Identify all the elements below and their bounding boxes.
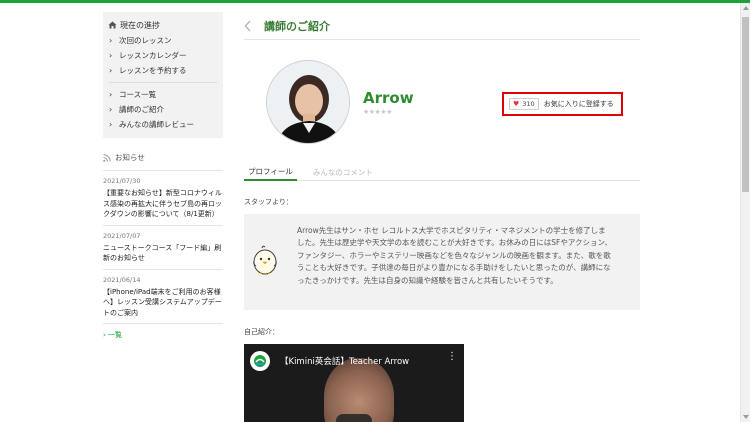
chevron-right-icon: › — [109, 65, 113, 75]
intro-video[interactable]: 【Kimini英会話】Teacher Arrow ⋮ — [244, 344, 464, 422]
profile-tabs: プロフィール みんなのコメント — [244, 163, 640, 181]
channel-logo-icon[interactable] — [250, 351, 270, 371]
chick-mascot-icon — [252, 245, 278, 275]
teacher-avatar — [266, 60, 350, 144]
sidebar-item-teachers[interactable]: › 講師のご紹介 — [103, 102, 223, 117]
sidebar-item-label: レッスンカレンダー — [119, 51, 187, 60]
sidebar-item-teacher-reviews[interactable]: › みんなの講師レビュー — [103, 117, 223, 132]
self-intro-label: 自己紹介： — [244, 328, 279, 336]
news-date: 2021/07/07 — [103, 231, 141, 240]
sidebar-item-course-list[interactable]: › コース一覧 — [103, 87, 223, 102]
page-header: 講師のご紹介 — [244, 12, 640, 40]
sidebar-item-label: 次回のレッスン — [119, 36, 172, 45]
news-heading: お知らせ — [103, 152, 223, 171]
home-icon — [108, 21, 117, 29]
sidebar-menu: 現在の進捗 › 次回のレッスン › レッスンカレンダー › レッスンを予約する … — [103, 12, 223, 138]
news-heading-label: お知らせ — [115, 153, 145, 162]
news-item: 2021/07/07 ニューストークコース「フード編」刷新のお知らせ — [103, 226, 223, 270]
chevron-right-icon: › — [109, 50, 113, 60]
sidebar-item-label: コース一覧 — [119, 90, 157, 99]
news-link[interactable]: ニューストークコース「フード編」刷新のお知らせ — [103, 243, 223, 264]
back-button[interactable] — [244, 20, 264, 32]
video-thumbnail-face — [324, 358, 394, 422]
chevron-left-icon — [244, 20, 251, 31]
tab-profile[interactable]: プロフィール — [244, 163, 297, 181]
news-link[interactable]: 【iPhone/iPad端末をご利用のお客様へ】レッスン受講システムアップデート… — [103, 287, 223, 319]
news-more-label: 一覧 — [108, 331, 123, 339]
staff-comment-text: Arrow先生はサン・ホセ レコルトス大学でホスピタリティ・マネジメントの学士を… — [297, 226, 612, 285]
tab-comments[interactable]: みんなのコメント — [309, 163, 377, 181]
play-button[interactable] — [336, 414, 372, 422]
scroll-up-arrow-icon[interactable] — [743, 6, 749, 10]
scroll-down-arrow-icon[interactable] — [743, 415, 749, 419]
favorite-count: 310 — [522, 100, 535, 108]
sidebar-item-label: レッスンを予約する — [119, 66, 187, 75]
teacher-profile-header: Arrow ★★★★★ ♥ 310 お気に入りに登録する — [244, 40, 640, 152]
top-accent-bar — [0, 0, 750, 3]
news-item: 2021/07/30 【重要なお知らせ】新型コロナウィルス感染の再拡大に伴うセブ… — [103, 171, 223, 226]
news-section: お知らせ 2021/07/30 【重要なお知らせ】新型コロナウィルス感染の再拡大… — [103, 152, 223, 340]
favorite-button[interactable]: ♥ 310 お気に入りに登録する — [509, 97, 614, 111]
scroll-thumb[interactable] — [742, 17, 749, 192]
main-content: 講師のご紹介 Arrow ★★★★★ ♥ 310 お気に入りに登録する プロフィ… — [244, 12, 640, 422]
sidebar: 現在の進捗 › 次回のレッスン › レッスンカレンダー › レッスンを予約する … — [103, 12, 223, 340]
rss-icon — [103, 153, 111, 162]
news-date: 2021/06/14 — [103, 275, 141, 284]
video-title: 【Kimini英会話】Teacher Arrow — [280, 357, 410, 367]
teacher-name: Arrow — [363, 89, 414, 107]
chevron-right-icon: › — [109, 35, 113, 45]
favorite-label: お気に入りに登録する — [543, 100, 614, 108]
chevron-right-icon: › — [109, 119, 113, 129]
news-link[interactable]: 【重要なお知らせ】新型コロナウィルス感染の再拡大に伴うセブ島の再ロックダウンの影… — [103, 188, 223, 220]
rating-stars: ★★★★★ — [363, 108, 392, 116]
sidebar-item-label: みんなの講師レビュー — [119, 120, 194, 129]
sidebar-item-next-lesson[interactable]: › 次回のレッスン — [103, 33, 223, 48]
sidebar-item-lesson-calendar[interactable]: › レッスンカレンダー — [103, 48, 223, 63]
page-title: 講師のご紹介 — [264, 19, 330, 33]
heart-icon: ♥ — [513, 100, 520, 108]
news-item: 2021/06/14 【iPhone/iPad端末をご利用のお客様へ】レッスン受… — [103, 270, 223, 324]
video-more-icon[interactable]: ⋮ — [447, 352, 457, 362]
staff-label: スタッフより： — [244, 198, 293, 206]
news-more-link[interactable]: › 一覧 — [103, 330, 223, 340]
sidebar-item-book-lesson[interactable]: › レッスンを予約する — [103, 63, 223, 78]
staff-comment-box: Arrow先生はサン・ホセ レコルトス大学でホスピタリティ・マネジメントの学士を… — [244, 214, 640, 310]
page-scrollbar[interactable] — [740, 3, 750, 422]
sidebar-item-label: 講師のご紹介 — [119, 105, 164, 114]
progress-title: 現在の進捗 — [120, 20, 160, 30]
menu-divider — [109, 82, 217, 83]
news-date: 2021/07/30 — [103, 177, 141, 185]
sidebar-menu-title[interactable]: 現在の進捗 — [103, 17, 223, 33]
chevron-right-icon: › — [109, 89, 113, 99]
favorite-count-badge: ♥ 310 — [509, 98, 539, 110]
chevron-right-icon: › — [109, 104, 113, 114]
